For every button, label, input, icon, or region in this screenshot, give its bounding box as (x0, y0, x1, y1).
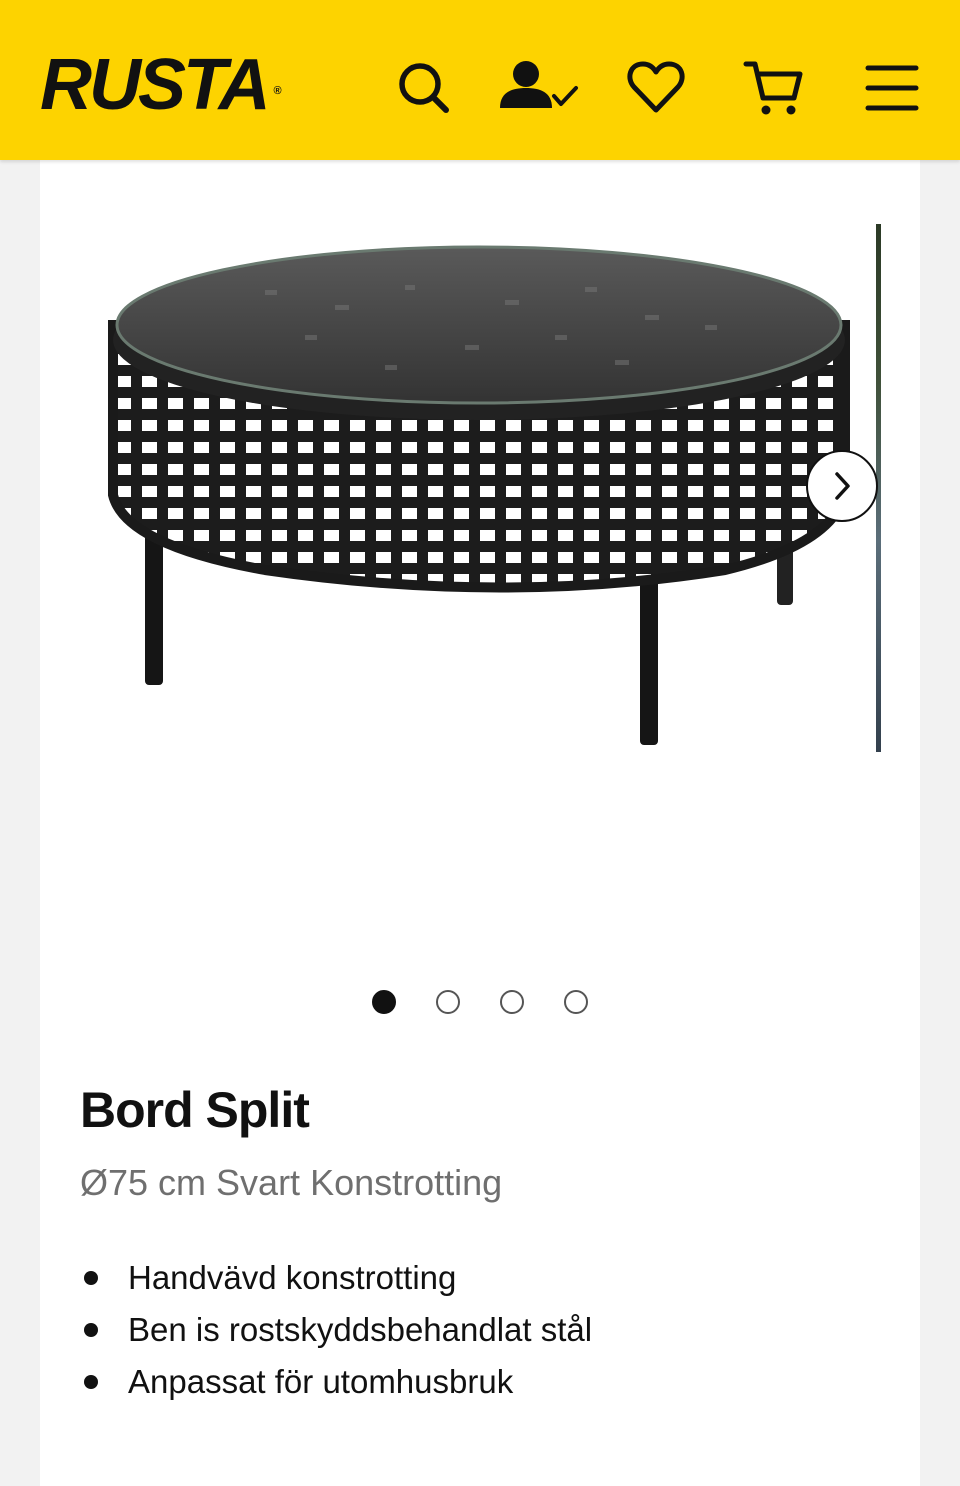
bullet-icon (84, 1375, 98, 1389)
product-subtitle: Ø75 cm Svart Konstrotting (80, 1162, 503, 1203)
feature-list: Handvävd konstrotting Ben is rostskyddsb… (80, 1252, 592, 1408)
bullet-icon (84, 1323, 98, 1337)
feature-item: Anpassat för utomhusbruk (80, 1356, 592, 1408)
feature-item: Handvävd konstrotting (80, 1252, 592, 1304)
chevron-right-icon (835, 472, 850, 500)
carousel-dots (370, 988, 590, 1018)
account-icon[interactable] (496, 56, 584, 120)
search-icon[interactable] (392, 56, 456, 120)
cart-icon[interactable] (742, 56, 806, 120)
carousel-dot-4[interactable] (564, 990, 588, 1014)
bullet-icon (84, 1271, 98, 1285)
next-image-button[interactable] (806, 450, 878, 522)
carousel-dot-3[interactable] (500, 990, 524, 1014)
carousel-dot-2[interactable] (436, 990, 460, 1014)
feature-item: Ben is rostskyddsbehandlat stål (80, 1304, 592, 1356)
carousel-dot-1[interactable] (372, 990, 396, 1014)
menu-icon[interactable] (862, 56, 926, 120)
site-header: RUSTA ® (0, 0, 960, 160)
product-title: Bord Split (80, 1082, 310, 1138)
heart-icon[interactable] (624, 56, 688, 120)
rusta-logo[interactable]: RUSTA ® (40, 49, 282, 121)
product-image[interactable] (85, 195, 885, 795)
product-card: Bord Split Ø75 cm Svart Konstrotting Han… (40, 160, 920, 1486)
image-gallery[interactable] (40, 160, 920, 1120)
